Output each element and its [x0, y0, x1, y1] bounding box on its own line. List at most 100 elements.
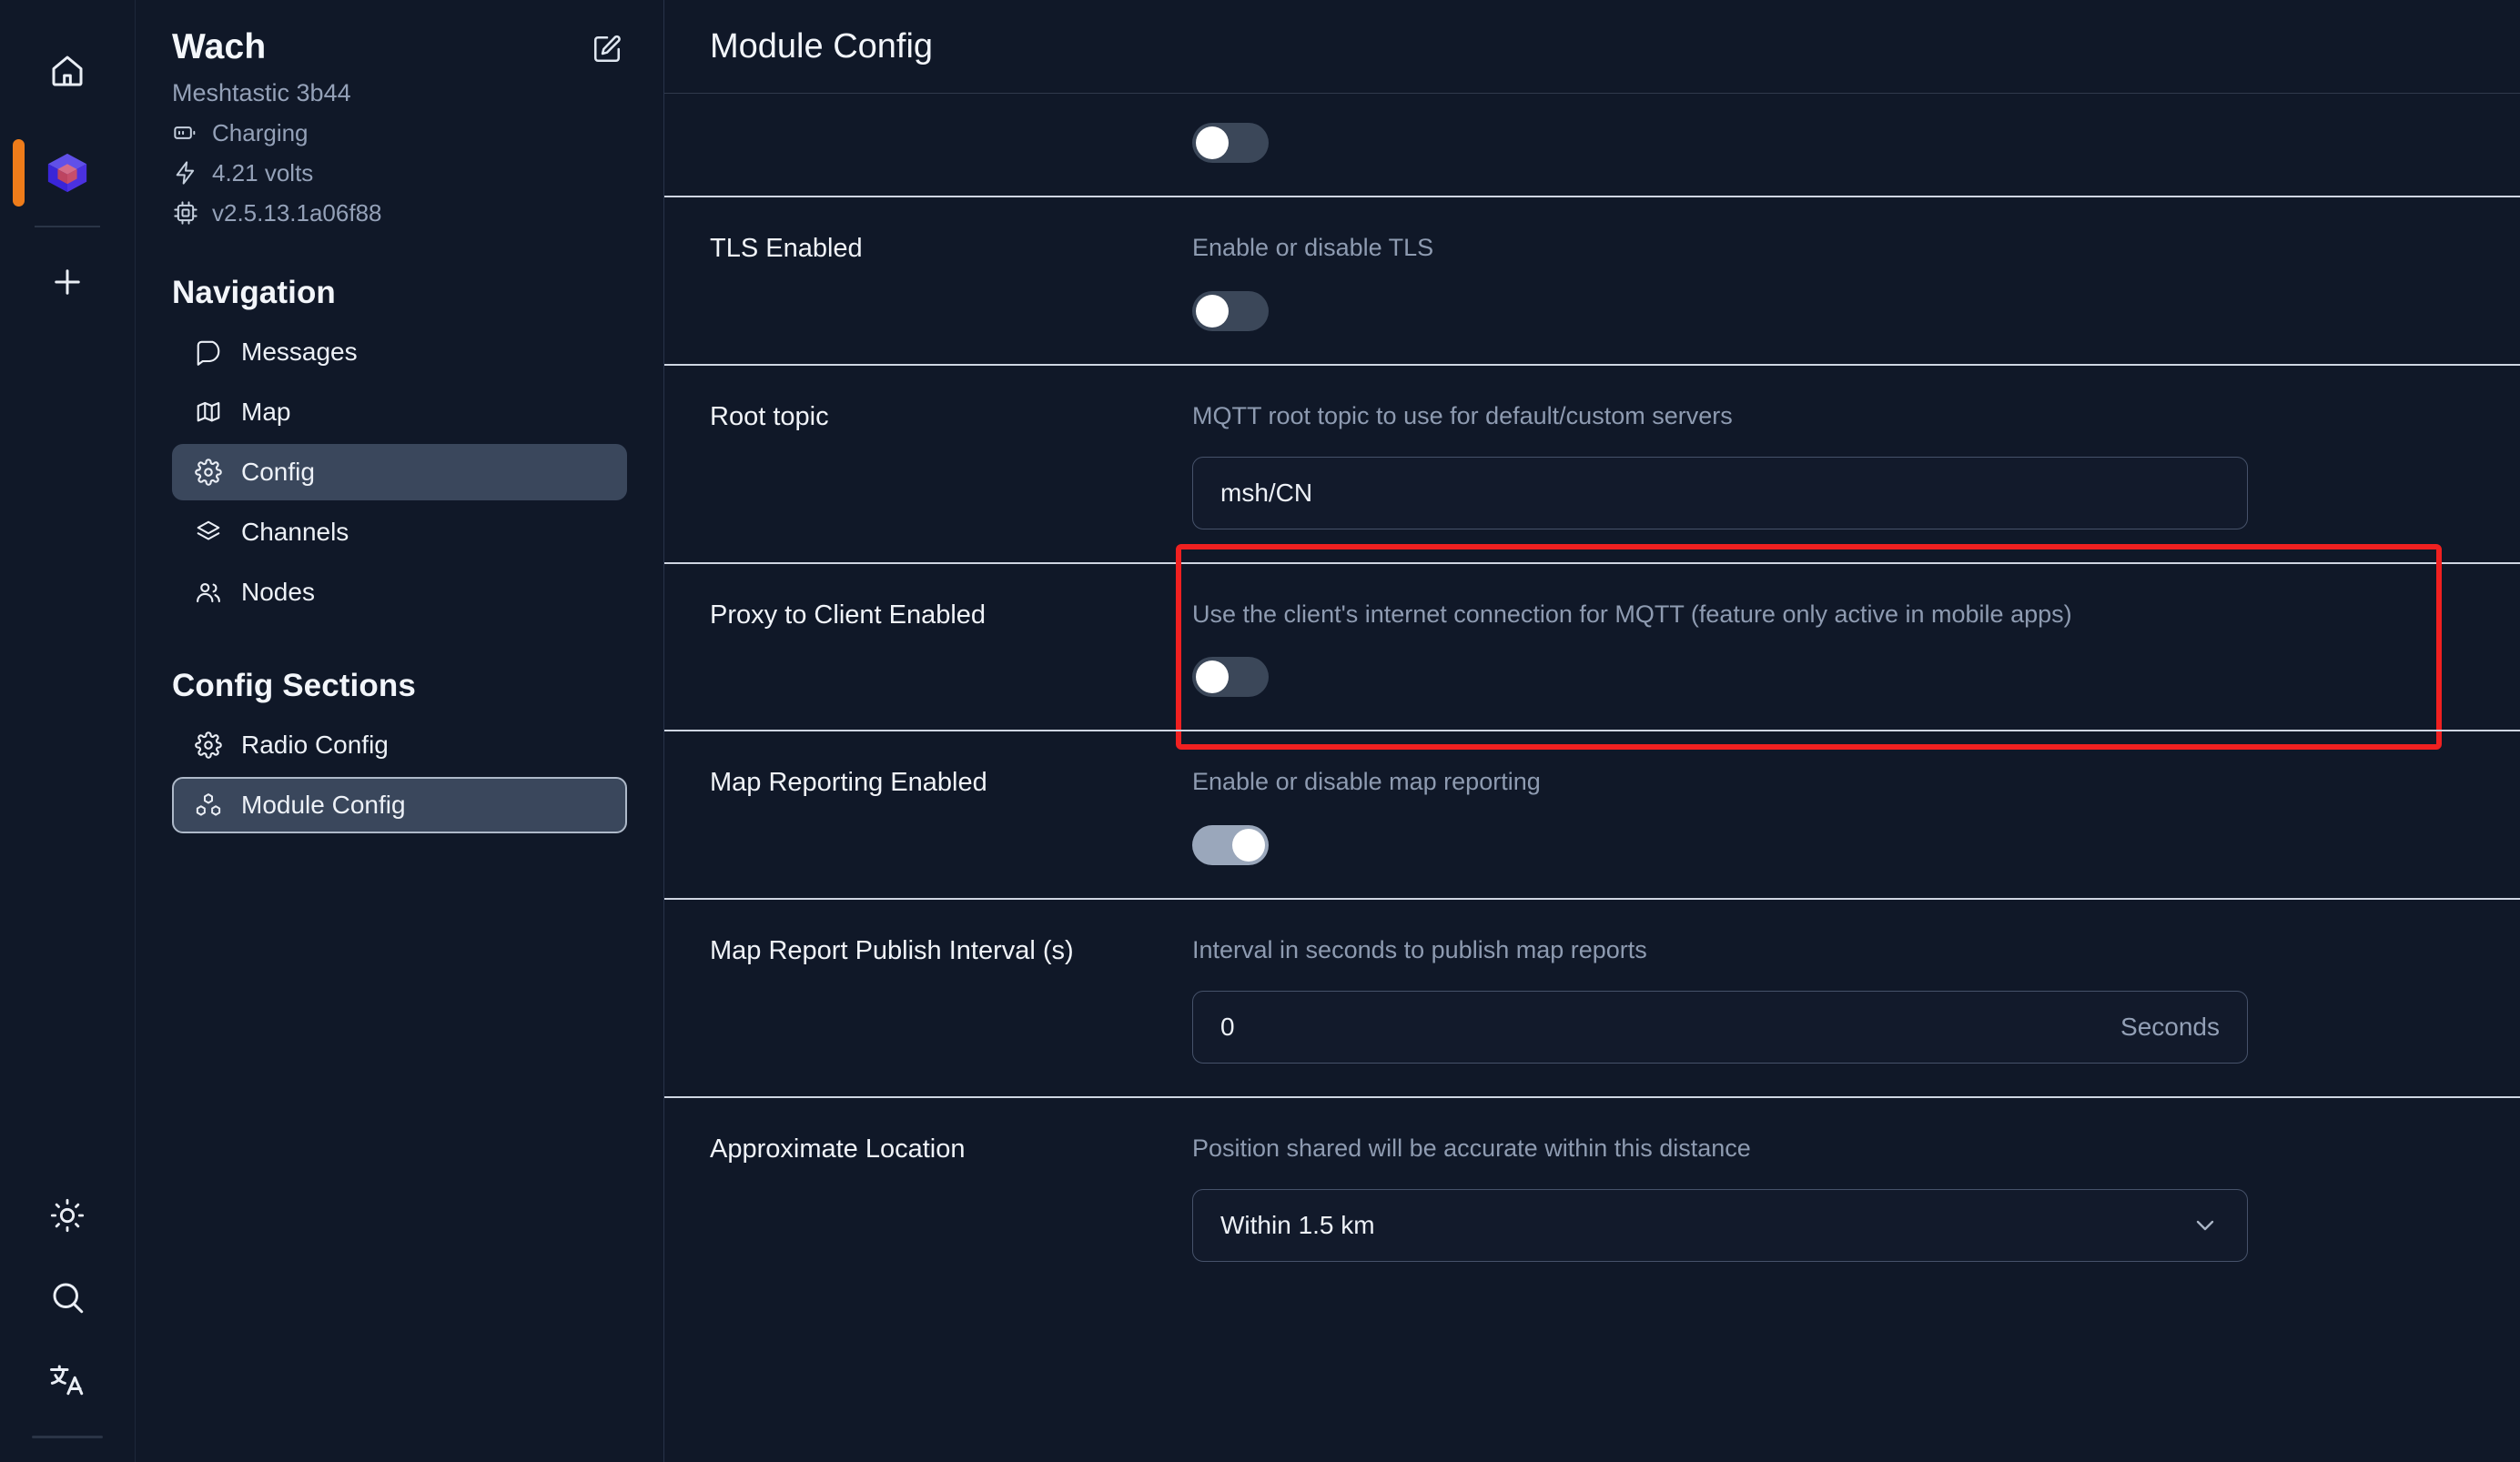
plus-icon	[48, 263, 86, 306]
sidebar-item-messages[interactable]: Messages	[172, 324, 627, 380]
rail-bottom-divider	[32, 1436, 103, 1438]
sidebar-item-label: Channels	[241, 518, 349, 547]
cpu-chip-icon	[172, 199, 199, 227]
icon-rail-bottom	[0, 1185, 135, 1462]
navigation-list: Messages Map Config	[172, 324, 627, 620]
gear-icon	[194, 731, 223, 760]
config-row-map-report-publish-interval: Map Report Publish Interval (s) Interval…	[664, 898, 2520, 1096]
input-suffix: Seconds	[2120, 1013, 2220, 1042]
row-body: Use the client's internet connection for…	[1192, 564, 2520, 730]
row-description: Enable or disable map reporting	[1192, 764, 2111, 799]
toggle-knob	[1196, 660, 1229, 693]
config-sections-list: Radio Config Module Config	[172, 717, 627, 833]
row-label: Map Report Publish Interval (s)	[710, 900, 1192, 1096]
approximate-location-select[interactable]: Within 1.5 km	[1192, 1189, 2248, 1262]
rail-item-add-wrap	[0, 251, 135, 317]
sidebar-item-config[interactable]: Config	[172, 444, 627, 500]
node-voltage-row: 4.21 volts	[172, 159, 627, 187]
sidebar-item-label: Radio Config	[241, 731, 389, 760]
theme-toggle-button[interactable]	[35, 1185, 100, 1250]
users-icon	[194, 578, 223, 607]
root-topic-input[interactable]: msh/CN	[1192, 457, 2248, 529]
row-label: Map Reporting Enabled	[710, 731, 1192, 897]
highlight-box	[1176, 544, 2442, 750]
node-battery-status: Charging	[212, 119, 309, 147]
map-report-publish-interval-input[interactable]: 0 Seconds	[1192, 991, 2248, 1064]
translate-icon	[48, 1360, 86, 1403]
sidebar-item-label: Config	[241, 458, 315, 487]
row-body: MQTT root topic to use for default/custo…	[1192, 366, 2520, 562]
config-row-approximate-location: Approximate Location Position shared wil…	[664, 1096, 2520, 1295]
proxy-to-client-enabled-toggle[interactable]	[1192, 657, 1269, 697]
row-body: Interval in seconds to publish map repor…	[1192, 900, 2520, 1096]
message-square-icon	[194, 338, 223, 367]
sidebar-item-label: Nodes	[241, 578, 315, 607]
sidebar-item-label: Map	[241, 398, 290, 427]
chevron-down-icon	[2191, 1211, 2220, 1240]
layers-icon	[194, 518, 223, 547]
input-value: msh/CN	[1220, 479, 2220, 508]
rail-item-node-cube[interactable]	[35, 140, 100, 206]
node-firmware-row: v2.5.13.1a06f88	[172, 199, 627, 227]
config-row-map-reporting-enabled: Map Reporting Enabled Enable or disable …	[664, 730, 2520, 897]
search-button[interactable]	[35, 1266, 100, 1332]
config-row-proxy-to-client-enabled: Proxy to Client Enabled Use the client's…	[664, 562, 2520, 730]
toggle-knob	[1196, 126, 1229, 159]
row-description: Enable or disable TLS	[1192, 230, 2111, 265]
row-body: Enable or disable map reporting	[1192, 731, 2520, 897]
map-icon	[194, 398, 223, 427]
sidebar-item-nodes[interactable]: Nodes	[172, 564, 627, 620]
edit-node-button[interactable]	[587, 31, 627, 71]
node-voltage: 4.21 volts	[212, 159, 313, 187]
battery-charging-icon	[172, 119, 199, 146]
map-reporting-enabled-toggle[interactable]	[1192, 825, 1269, 865]
toggle-knob	[1196, 295, 1229, 328]
config-sections-title: Config Sections	[172, 668, 627, 704]
tls-enabled-toggle[interactable]	[1192, 291, 1269, 331]
sidebar-item-map[interactable]: Map	[172, 384, 627, 440]
sidebar: Wach Meshtastic 3b44 Charging	[136, 0, 664, 1462]
sidebar-item-radio-config[interactable]: Radio Config	[172, 717, 627, 773]
node-name: Wach	[172, 27, 627, 68]
boxes-icon	[194, 791, 223, 820]
row-description: Interval in seconds to publish map repor…	[1192, 933, 2111, 967]
json-enabled-toggle[interactable]	[1192, 123, 1269, 163]
main-header: Module Config	[664, 0, 2520, 94]
cube-logo-icon	[44, 149, 91, 197]
rail-item-home[interactable]	[35, 40, 100, 106]
rail-divider	[35, 226, 100, 227]
navigation-title: Navigation	[172, 275, 627, 311]
sun-icon	[49, 1197, 86, 1238]
icon-rail-top	[0, 0, 135, 317]
gear-icon	[194, 458, 223, 487]
icon-rail	[0, 0, 136, 1462]
node-header: Wach Meshtastic 3b44 Charging	[172, 0, 627, 227]
search-icon	[48, 1278, 86, 1321]
row-label: TLS Enabled	[710, 197, 1192, 363]
rail-item-add[interactable]	[35, 251, 100, 317]
select-value: Within 1.5 km	[1220, 1211, 2191, 1240]
sidebar-item-label: Messages	[241, 338, 358, 367]
rail-item-home-wrap	[0, 40, 135, 106]
node-battery-row: Charging	[172, 119, 627, 147]
node-model: Meshtastic 3b44	[172, 79, 627, 107]
config-rows: JSON Enabled Whether to send/consume JSO…	[664, 94, 2520, 1462]
row-label: Proxy to Client Enabled	[710, 564, 1192, 730]
row-body: Enable or disable TLS	[1192, 197, 2520, 363]
toggle-knob	[1232, 829, 1265, 862]
sidebar-item-channels[interactable]: Channels	[172, 504, 627, 560]
sidebar-item-label: Module Config	[241, 791, 406, 820]
sidebar-item-module-config[interactable]: Module Config	[172, 777, 627, 833]
rail-item-node-wrap	[0, 140, 135, 206]
bolt-icon	[172, 159, 199, 187]
row-description: Use the client's internet connection for…	[1192, 597, 2111, 631]
page-title: Module Config	[710, 27, 933, 66]
language-button[interactable]	[35, 1348, 100, 1414]
row-description: MQTT root topic to use for default/custo…	[1192, 398, 2111, 433]
config-row-root-topic: Root topic MQTT root topic to use for de…	[664, 364, 2520, 562]
square-pen-icon	[592, 34, 622, 69]
active-indicator-bar	[13, 139, 25, 207]
input-value: 0	[1220, 1013, 2120, 1042]
row-label: Root topic	[710, 366, 1192, 562]
row-body: Position shared will be accurate within …	[1192, 1098, 2520, 1295]
